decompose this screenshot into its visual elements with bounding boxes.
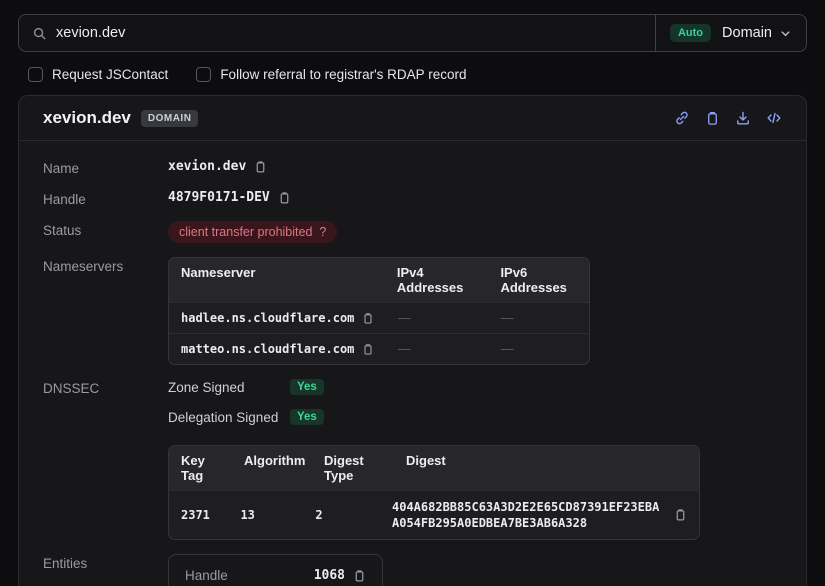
domain-result-card: xevion.dev DOMAIN [18,95,807,586]
column-header: IPv6 Addresses [488,258,589,302]
copy-icon[interactable] [362,312,374,325]
ipv4-value: — [386,303,489,333]
ipv4-value: — [386,334,489,364]
copy-icon[interactable] [674,508,687,522]
ipv6-value: — [489,303,589,333]
field-label: Nameservers [43,257,168,274]
page-title: xevion.dev [43,108,131,128]
ipv6-value: — [489,334,589,364]
copy-response-icon[interactable] [705,111,720,126]
column-header: IPv4 Addresses [385,258,489,302]
entity-handle-row: Handle 1068 [185,568,366,583]
card-header: xevion.dev DOMAIN [19,96,806,141]
column-header: Algorithm [232,446,312,490]
object-type-badge: DOMAIN [141,110,199,127]
nameserver-value: hadlee.ns.cloudflare.com [181,311,354,325]
column-header: Digest Type [312,446,394,490]
field-label: Entities [43,554,168,571]
search-input-area [19,15,655,51]
dnssec-details: Zone Signed Yes Delegation Signed Yes Ke… [168,379,700,540]
column-header: Nameserver [169,258,385,302]
field-label: Name [43,159,168,176]
table-row: matteo.ns.cloudflare.com — — [169,333,589,364]
search-input[interactable] [56,25,655,41]
type-selector-value: Domain [722,25,772,41]
type-selector-dropdown[interactable]: Domain [722,25,792,41]
field-entities: Entities Handle 1068 Roles re [43,554,782,586]
table-row: hadlee.ns.cloudflare.com — — [169,302,589,333]
checkbox-label: Request JSContact [52,67,168,82]
key-tag-value: 2371 [169,500,228,530]
column-header: Key Tag [169,446,232,490]
copy-icon[interactable] [278,191,291,205]
status-badge: client transfer prohibited ? [168,221,337,243]
checkbox-request-jscontact[interactable]: Request JSContact [28,67,168,82]
field-name: Name xevion.dev [43,159,782,176]
zone-signed-label: Zone Signed [168,380,290,395]
domain-name-value: xevion.dev [168,159,246,174]
field-dnssec: DNSSEC Zone Signed Yes Delegation Signed… [43,379,782,540]
field-label: Handle [43,190,168,207]
delegation-signed-row: Delegation Signed Yes [168,409,700,425]
delegation-signed-label: Delegation Signed [168,410,290,425]
checkbox-box[interactable] [28,67,43,82]
table-row: 2371 13 2 404A682BB85C63A3D2E2E65CD87391… [169,490,699,539]
copy-icon[interactable] [254,160,267,174]
field-handle: Handle 4879F0171-DEV [43,190,782,207]
search-type-area: Auto Domain [656,15,806,51]
auto-badge: Auto [670,24,711,42]
search-bar: Auto Domain [18,14,807,52]
chevron-down-icon [779,27,792,40]
zone-signed-badge: Yes [290,379,324,395]
algorithm-value: 13 [228,500,303,530]
raw-code-icon[interactable] [766,110,782,126]
entity-handle-label: Handle [185,568,228,583]
checkbox-box[interactable] [196,67,211,82]
help-icon[interactable]: ? [319,225,326,239]
copy-icon[interactable] [362,343,374,356]
zone-signed-row: Zone Signed Yes [168,379,700,395]
field-label: DNSSEC [43,379,168,396]
checkbox-label: Follow referral to registrar's RDAP reco… [220,67,466,82]
download-icon[interactable] [735,110,751,126]
nameservers-table: Nameserver IPv4 Addresses IPv6 Addresses… [168,257,590,365]
field-label: Status [43,221,168,238]
table-header-row: Nameserver IPv4 Addresses IPv6 Addresses [169,258,589,302]
card-actions [674,110,782,126]
entity-handle-value: 1068 [314,568,345,583]
search-options: Request JSContact Follow referral to reg… [28,67,807,82]
copy-icon[interactable] [353,569,366,583]
column-header: Digest [394,446,699,490]
handle-value: 4879F0171-DEV [168,190,270,205]
entity-card: Handle 1068 Roles registrar [168,554,383,586]
checkbox-follow-referral[interactable]: Follow referral to registrar's RDAP reco… [196,67,466,82]
field-status: Status client transfer prohibited ? [43,221,782,243]
permalink-icon[interactable] [674,110,690,126]
table-header-row: Key Tag Algorithm Digest Type Digest [169,446,699,490]
nameserver-value: matteo.ns.cloudflare.com [181,342,354,356]
status-text: client transfer prohibited [179,225,312,239]
dnssec-keys-table: Key Tag Algorithm Digest Type Digest 237… [168,445,700,540]
field-nameservers: Nameservers Nameserver IPv4 Addresses IP… [43,257,782,365]
digest-type-value: 2 [303,500,380,530]
card-body: Name xevion.dev Handle 4879F0171-DEV [19,141,806,586]
delegation-signed-badge: Yes [290,409,324,425]
digest-value: 404A682BB85C63A3D2E2E65CD87391EF23EBAA05… [392,499,664,531]
search-icon [32,26,47,41]
